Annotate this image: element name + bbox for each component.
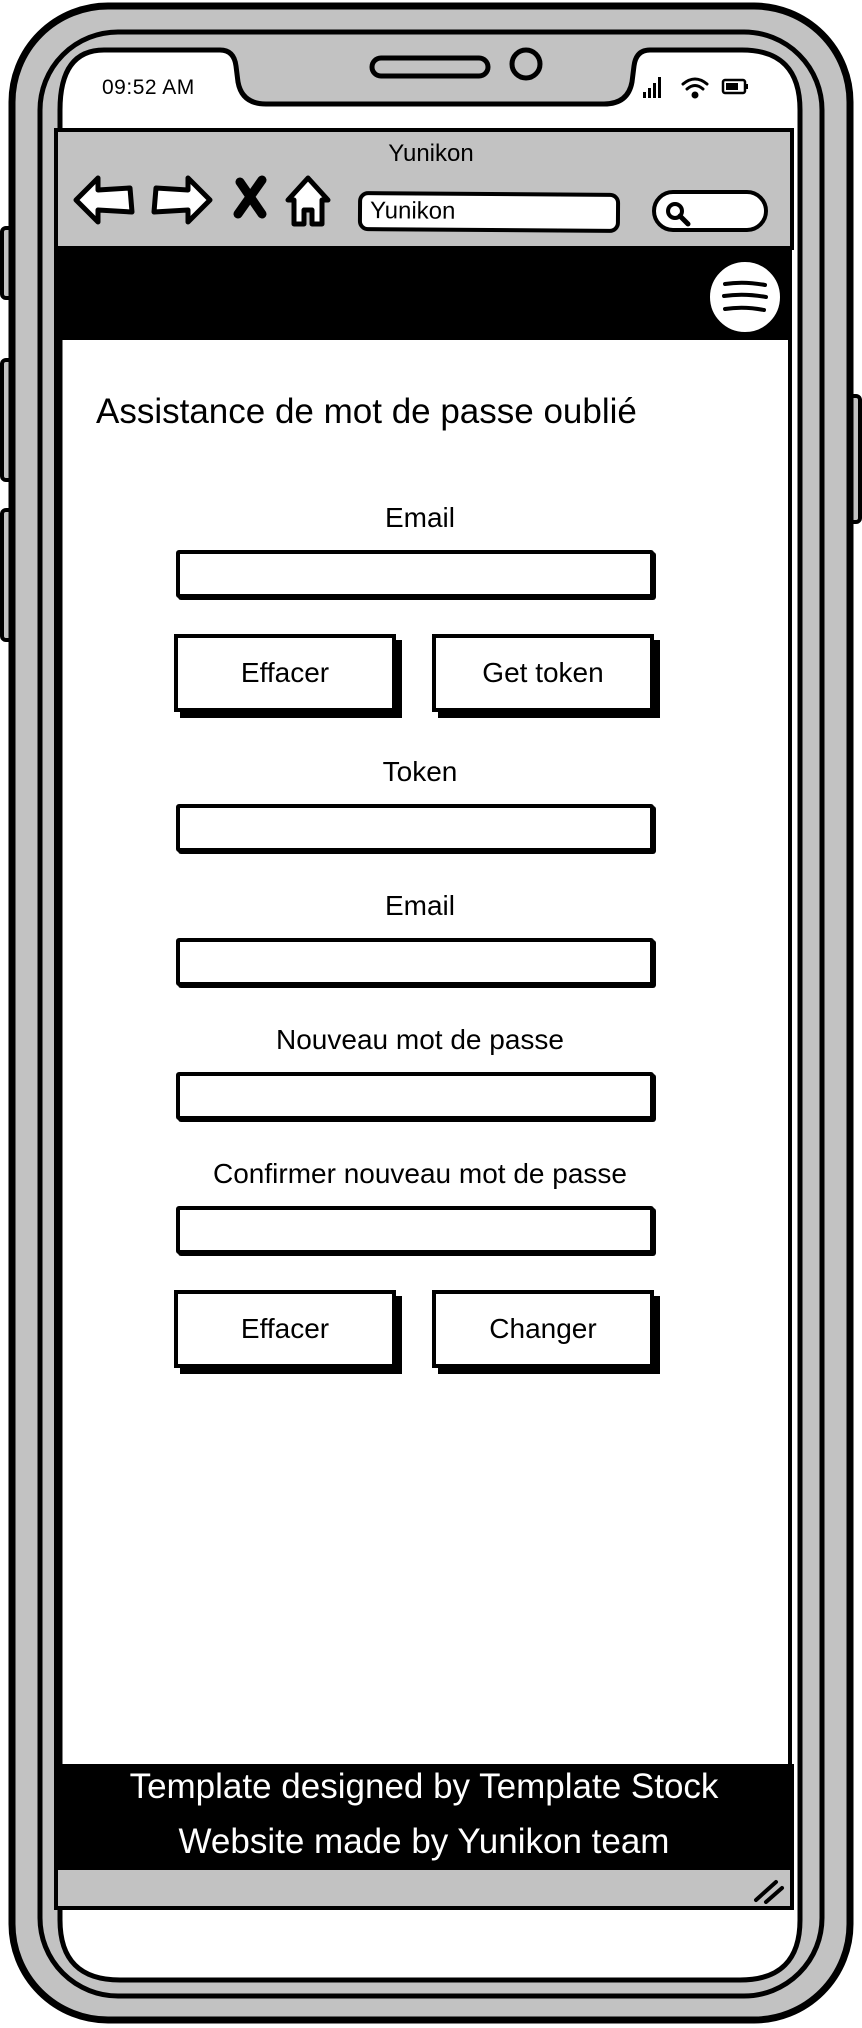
reset-clear-button[interactable]: Effacer xyxy=(174,1290,396,1368)
change-password-button[interactable]: Changer xyxy=(432,1290,654,1368)
close-icon[interactable] xyxy=(233,175,267,219)
search-icon xyxy=(666,202,691,227)
token-input[interactable] xyxy=(176,804,654,852)
reset-email-label: Email xyxy=(384,890,455,921)
request-email-input[interactable] xyxy=(176,550,654,598)
footer-credit-template: Template designed by Template Stock xyxy=(129,1767,719,1806)
signal-icon xyxy=(643,77,661,98)
browser-nav xyxy=(73,175,331,227)
request-email-label: Email xyxy=(384,502,455,533)
token-label: Token xyxy=(382,756,458,787)
back-arrow-icon[interactable] xyxy=(73,175,135,225)
confirm-password-input[interactable] xyxy=(176,1206,654,1254)
address-bar[interactable]: Yunikon xyxy=(357,191,621,233)
confirm-password-label: Confirmer nouveau mot de passe xyxy=(213,1158,627,1189)
menu-button[interactable] xyxy=(706,258,784,336)
reset-email-input[interactable] xyxy=(176,938,654,986)
wifi-icon xyxy=(681,77,709,99)
status-icons xyxy=(643,77,748,99)
battery-icon xyxy=(721,78,748,95)
browser-search-box[interactable] xyxy=(652,190,768,232)
forward-arrow-icon[interactable] xyxy=(151,175,213,225)
home-icon[interactable] xyxy=(285,175,331,227)
footer-credit-team: Website made by Yunikon team xyxy=(178,1822,670,1861)
mockup-stage: 09:52 AM Yunikon Yunikon Assistance de m… xyxy=(0,0,862,2028)
page-title: Assistance de mot de passe oublié xyxy=(96,392,637,431)
new-password-label: Nouveau mot de passe xyxy=(276,1024,564,1055)
resize-grip-icon[interactable] xyxy=(752,1874,786,1904)
hamburger-menu-icon xyxy=(722,280,768,312)
status-time: 09:52 AM xyxy=(102,76,195,99)
request-clear-button[interactable]: Effacer xyxy=(174,634,396,712)
new-password-input[interactable] xyxy=(176,1072,654,1120)
get-token-button[interactable]: Get token xyxy=(432,634,654,712)
browser-title: Yunikon xyxy=(388,140,474,167)
